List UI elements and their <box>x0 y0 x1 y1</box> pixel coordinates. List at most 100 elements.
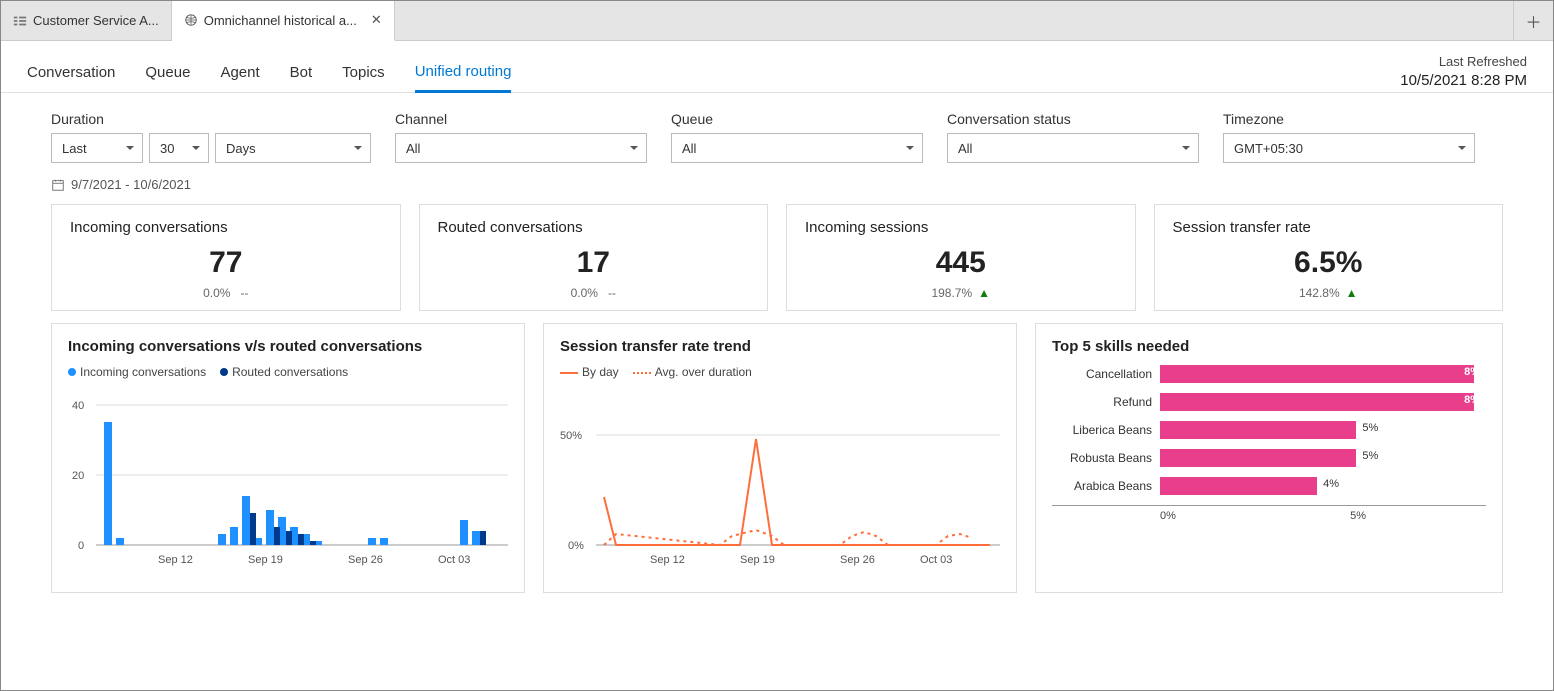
skill-bar: 4% <box>1160 477 1486 495</box>
filter-duration: Duration Last 30 Days <box>51 111 371 163</box>
skill-row: Cancellation 8% <box>1052 365 1486 383</box>
chart-legend: Incoming conversations Routed conversati… <box>68 365 508 379</box>
svg-text:50%: 50% <box>560 430 582 442</box>
svg-text:Oct 03: Oct 03 <box>920 554 952 566</box>
chart-incoming-vs-routed[interactable]: Incoming conversations v/s routed conver… <box>51 323 525 593</box>
kpi-delta: 198.7%▲ <box>805 286 1117 300</box>
filter-label: Duration <box>51 111 371 127</box>
subnav-queue[interactable]: Queue <box>145 54 190 91</box>
subnav-unified-routing[interactable]: Unified routing <box>415 53 512 93</box>
kpi-title: Routed conversations <box>438 219 750 236</box>
kpi-row: Incoming conversations 77 0.0% -- Routed… <box>1 198 1553 323</box>
charts-row: Incoming conversations v/s routed conver… <box>1 323 1553 605</box>
status-select[interactable]: All <box>947 133 1199 163</box>
skill-bar: 8% <box>1160 365 1486 383</box>
duration-mode-select[interactable]: Last <box>51 133 143 163</box>
tab-customer-service[interactable]: Customer Service A... <box>1 1 172 40</box>
svg-text:Sep 19: Sep 19 <box>248 554 283 566</box>
trend-up-icon: ▲ <box>1346 286 1358 300</box>
skills-bars: Cancellation 8% Refund 8% Liberica Beans 5% Ro… <box>1052 365 1486 495</box>
svg-text:0: 0 <box>78 540 84 552</box>
chart-top-skills[interactable]: Top 5 skills needed Cancellation8%Refund… <box>1035 323 1503 593</box>
svg-text:40: 40 <box>72 400 84 412</box>
svg-text:0%: 0% <box>568 540 584 552</box>
chart-title: Top 5 skills needed <box>1052 338 1486 355</box>
svg-text:Oct 03: Oct 03 <box>438 554 470 566</box>
date-range-text: 9/7/2021 - 10/6/2021 <box>71 177 191 192</box>
refresh-timestamp: 10/5/2021 8:28 PM <box>1400 71 1527 91</box>
chart-title: Incoming conversations v/s routed conver… <box>68 338 508 355</box>
kpi-title: Incoming sessions <box>805 219 1117 236</box>
trend-up-icon: ▲ <box>978 286 990 300</box>
kpi-incoming-sessions[interactable]: Incoming sessions 445 198.7%▲ <box>786 204 1136 311</box>
kpi-session-transfer-rate[interactable]: Session transfer rate 6.5% 142.8%▲ <box>1154 204 1504 311</box>
bar-chart-svg: 40 20 0 Sep 12 <box>68 385 508 575</box>
line-chart-svg: 50% 0% Sep 12 Sep 19 Sep 26 Oct 03 <box>560 385 1000 575</box>
kpi-incoming-conversations[interactable]: Incoming conversations 77 0.0% -- <box>51 204 401 311</box>
svg-text:Sep 26: Sep 26 <box>348 554 383 566</box>
kpi-value: 6.5% <box>1173 246 1485 280</box>
legend-swatch-icon <box>220 368 228 376</box>
subnav-topics[interactable]: Topics <box>342 54 385 91</box>
x-axis: 0% 5% <box>1052 505 1486 522</box>
legend-swatch-icon <box>68 368 76 376</box>
skill-bar: 5% <box>1160 449 1486 467</box>
skill-label: Refund <box>1052 395 1152 409</box>
filter-label: Timezone <box>1223 111 1475 127</box>
skill-label: Liberica Beans <box>1052 423 1152 437</box>
calendar-icon <box>51 178 65 192</box>
tab-label: Customer Service A... <box>33 13 159 28</box>
last-refreshed: Last Refreshed 10/5/2021 8:28 PM <box>1400 54 1527 90</box>
kpi-delta: 142.8%▲ <box>1173 286 1485 300</box>
subnav-bot[interactable]: Bot <box>290 54 313 91</box>
kpi-routed-conversations[interactable]: Routed conversations 17 0.0% -- <box>419 204 769 311</box>
queue-select[interactable]: All <box>671 133 923 163</box>
subnav-agent[interactable]: Agent <box>220 54 259 91</box>
close-icon[interactable]: ✕ <box>371 12 382 28</box>
refresh-label: Last Refreshed <box>1400 54 1527 71</box>
chart-title: Session transfer rate trend <box>560 338 1000 355</box>
filter-status: Conversation status All <box>947 111 1199 163</box>
filter-label: Channel <box>395 111 647 127</box>
svg-text:20: 20 <box>72 470 84 482</box>
svg-text:Sep 26: Sep 26 <box>840 554 875 566</box>
skill-bar: 8% <box>1160 393 1486 411</box>
app-icon <box>13 14 27 28</box>
add-tab-button[interactable]: ＋ <box>1513 1 1553 40</box>
legend-swatch-icon <box>560 372 578 374</box>
skill-label: Arabica Beans <box>1052 479 1152 493</box>
tab-label: Omnichannel historical a... <box>204 13 357 28</box>
duration-value-select[interactable]: 30 <box>149 133 209 163</box>
filter-channel: Channel All <box>395 111 647 163</box>
chart-transfer-rate-trend[interactable]: Session transfer rate trend By day Avg. … <box>543 323 1017 593</box>
subnav-conversation[interactable]: Conversation <box>27 54 115 91</box>
duration-unit-select[interactable]: Days <box>215 133 371 163</box>
kpi-delta: 0.0% -- <box>438 286 750 300</box>
skill-label: Robusta Beans <box>1052 451 1152 465</box>
kpi-delta: 0.0% -- <box>70 286 382 300</box>
skill-row: Liberica Beans 5% <box>1052 421 1486 439</box>
legend-swatch-icon <box>633 372 651 374</box>
report-subnav: Conversation Queue Agent Bot Topics Unif… <box>1 41 1553 93</box>
filter-timezone: Timezone GMT+05:30 <box>1223 111 1475 163</box>
skill-label: Cancellation <box>1052 367 1152 381</box>
skill-row: Refund 8% <box>1052 393 1486 411</box>
kpi-value: 77 <box>70 246 382 280</box>
svg-text:Sep 19: Sep 19 <box>740 554 775 566</box>
chart-legend: By day Avg. over duration <box>560 365 1000 379</box>
timezone-select[interactable]: GMT+05:30 <box>1223 133 1475 163</box>
kpi-title: Incoming conversations <box>70 219 382 236</box>
tab-omnichannel[interactable]: Omnichannel historical a... ✕ <box>172 1 395 41</box>
filters-row: Duration Last 30 Days Channel All Queue … <box>1 93 1553 171</box>
date-range-display: 9/7/2021 - 10/6/2021 <box>1 171 1553 198</box>
skill-row: Arabica Beans 4% <box>1052 477 1486 495</box>
skill-bar: 5% <box>1160 421 1486 439</box>
kpi-value: 17 <box>438 246 750 280</box>
tab-bar: Customer Service A... Omnichannel histor… <box>1 1 1553 41</box>
filter-label: Queue <box>671 111 923 127</box>
channel-select[interactable]: All <box>395 133 647 163</box>
filter-queue: Queue All <box>671 111 923 163</box>
kpi-value: 445 <box>805 246 1117 280</box>
kpi-title: Session transfer rate <box>1173 219 1485 236</box>
globe-icon <box>184 13 198 27</box>
